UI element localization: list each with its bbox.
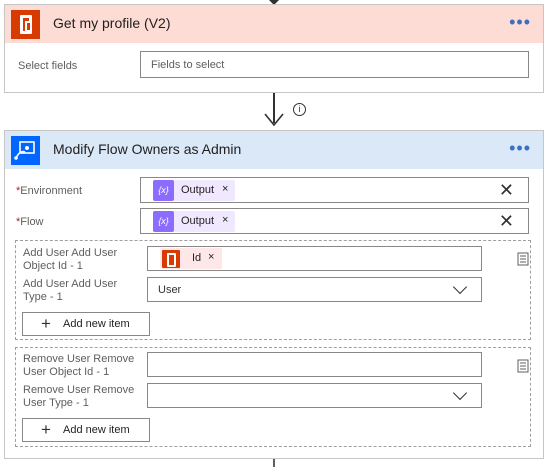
token-label: Id	[192, 252, 202, 264]
add-new-item-button[interactable]: + Add new item	[22, 312, 150, 336]
card-title: Get my profile (V2)	[53, 15, 171, 31]
more-options-button[interactable]: •••	[509, 139, 531, 157]
get-my-profile-card: Get my profile (V2) ••• Select fields Fi…	[4, 4, 544, 93]
environment-label: *Environment	[16, 185, 82, 198]
select-fields-label: Select fields	[18, 60, 78, 72]
get-my-profile-header[interactable]: Get my profile (V2) •••	[5, 5, 543, 43]
token-label: Output	[181, 215, 215, 227]
modify-flow-owners-card: Modify Flow Owners as Admin ••• *Environ…	[4, 130, 544, 459]
info-icon-glyph: i	[298, 104, 301, 114]
flow-label-text: Flow	[20, 216, 44, 228]
card-title: Modify Flow Owners as Admin	[53, 141, 242, 157]
environment-label-text: Environment	[20, 185, 83, 197]
environment-input[interactable]: {x} Output × ✕	[140, 177, 529, 203]
down-arrow-icon	[264, 113, 284, 127]
remove-user-object-id-input[interactable]	[147, 352, 482, 377]
add-user-array-group: Add User Add User Object Id - 1 Id × Add…	[15, 240, 531, 340]
clear-environment-button[interactable]: ✕	[499, 181, 514, 199]
token-remove-button[interactable]: ×	[222, 214, 228, 226]
add-user-type-label: Add User Add User Type - 1	[23, 278, 118, 303]
expression-icon: {x}	[153, 180, 174, 201]
remove-user-array-group: Remove User Remove User Object Id - 1 Re…	[15, 347, 531, 447]
add-user-object-id-label: Add User Add User Object Id - 1	[23, 247, 118, 272]
remove-user-object-id-label: Remove User Remove User Object Id - 1	[23, 353, 135, 378]
bottom-connector-stub	[273, 459, 275, 467]
modify-flow-owners-header[interactable]: Modify Flow Owners as Admin •••	[5, 131, 543, 169]
flow-output-token[interactable]: {x} Output ×	[153, 211, 235, 232]
add-user-type-dropdown[interactable]: User	[147, 277, 482, 302]
environment-output-token[interactable]: {x} Output ×	[153, 180, 235, 201]
remove-user-type-label: Remove User Remove User Type - 1	[23, 384, 135, 409]
chevron-down-icon	[452, 279, 468, 295]
flow-admin-icon	[11, 136, 40, 165]
select-fields-placeholder: Fields to select	[151, 59, 225, 71]
add-new-item-button[interactable]: + Add new item	[22, 418, 150, 442]
flow-input[interactable]: {x} Output × ✕	[140, 208, 529, 234]
add-user-object-id-input[interactable]: Id ×	[147, 246, 482, 271]
add-new-item-label: Add new item	[63, 318, 130, 330]
id-token[interactable]: Id ×	[160, 248, 222, 269]
office-icon	[162, 250, 180, 268]
token-remove-button[interactable]: ×	[208, 251, 214, 263]
flow-label: *Flow	[16, 216, 44, 229]
token-remove-button[interactable]: ×	[222, 183, 228, 195]
dropdown-value: User	[158, 284, 182, 296]
delete-icon[interactable]	[516, 359, 530, 373]
info-icon[interactable]: i	[293, 103, 306, 116]
chevron-down-icon	[452, 385, 468, 401]
delete-icon[interactable]	[516, 252, 530, 266]
select-fields-input[interactable]: Fields to select	[140, 51, 529, 78]
plus-icon: +	[41, 314, 51, 333]
more-options-button[interactable]: •••	[509, 13, 531, 31]
token-label: Output	[181, 184, 215, 196]
office-icon	[11, 10, 40, 39]
remove-user-type-dropdown[interactable]	[147, 383, 482, 408]
expression-icon: {x}	[153, 211, 174, 232]
plus-icon: +	[41, 420, 51, 439]
add-new-item-label: Add new item	[63, 424, 130, 436]
clear-flow-button[interactable]: ✕	[499, 212, 514, 230]
